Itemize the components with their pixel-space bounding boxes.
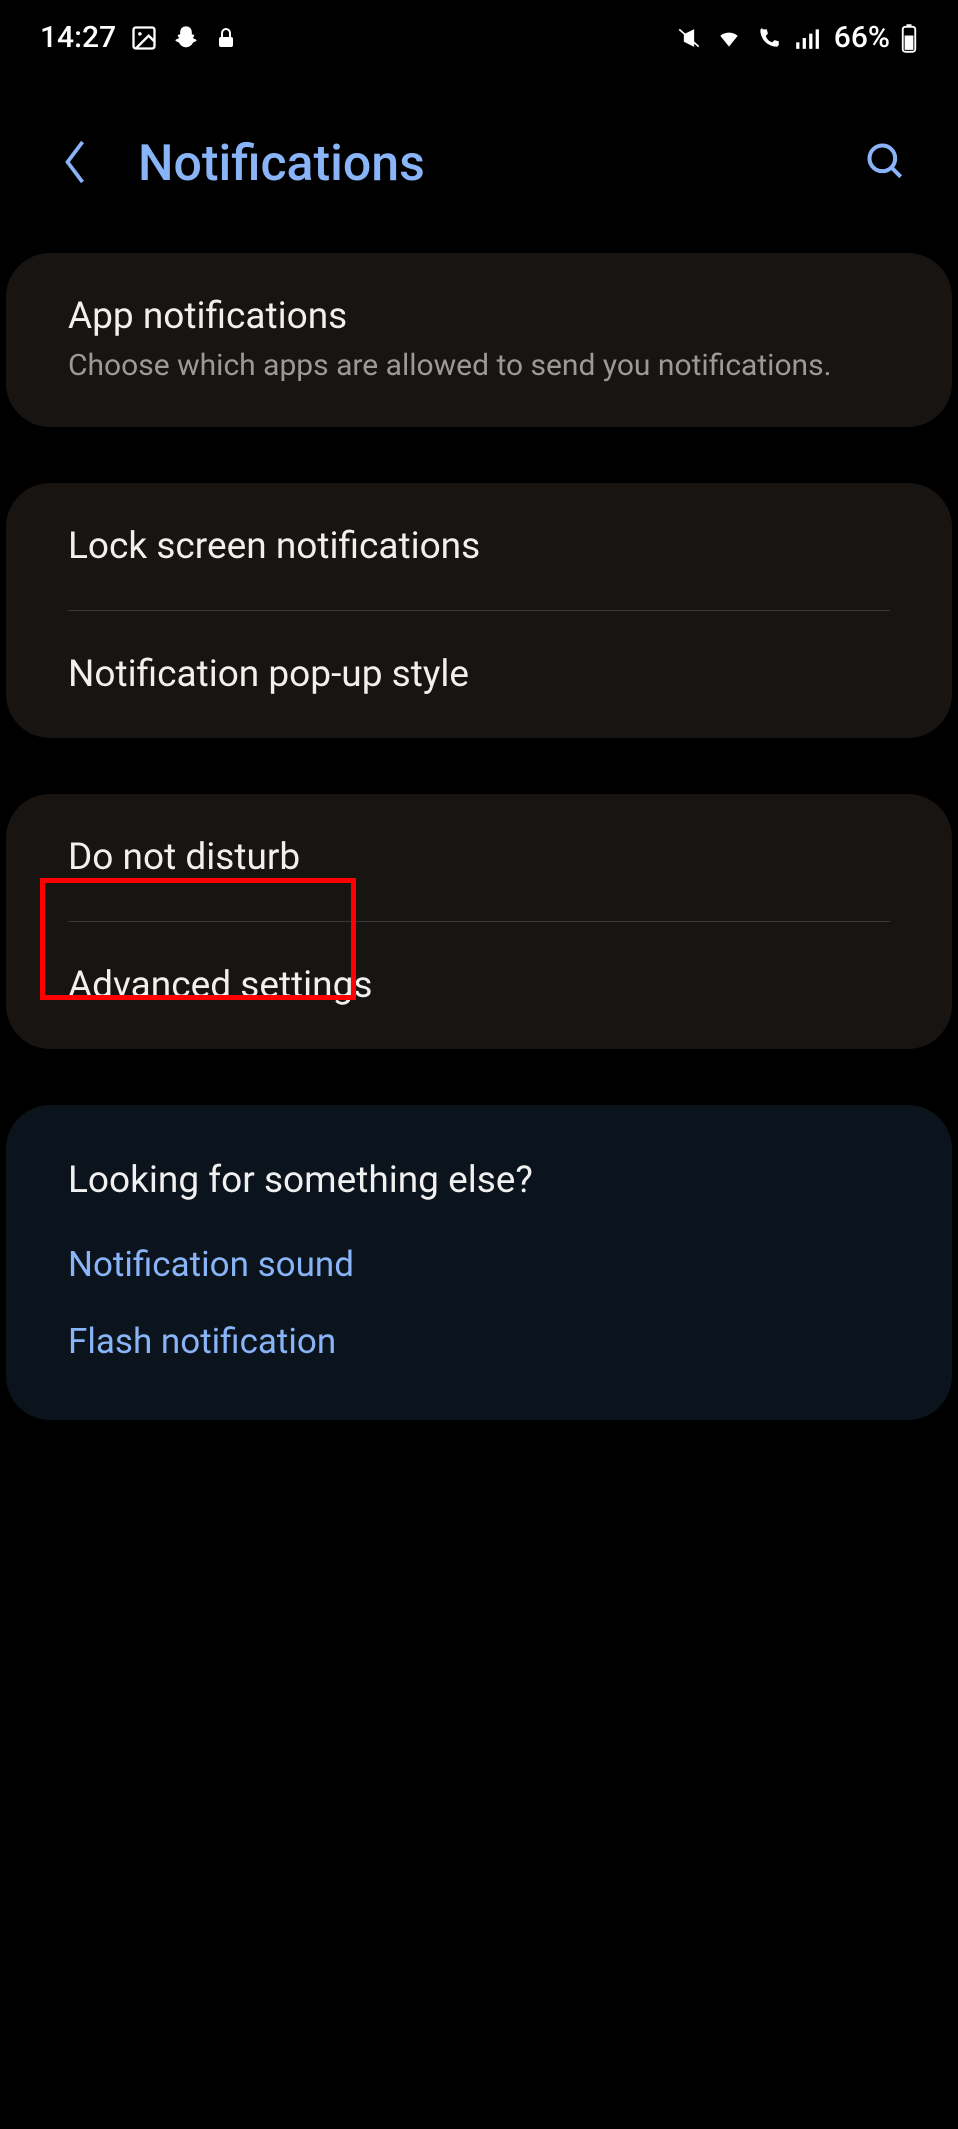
back-button[interactable] bbox=[60, 137, 90, 191]
settings-group: Lock screen notifications Notification p… bbox=[6, 483, 952, 738]
item-title: Lock screen notifications bbox=[68, 525, 890, 568]
looking-for-title: Looking for something else? bbox=[68, 1115, 890, 1226]
page-title: Notifications bbox=[138, 135, 425, 193]
lock-icon bbox=[214, 24, 238, 52]
status-right: 66% bbox=[674, 20, 918, 55]
vibrate-icon bbox=[674, 25, 704, 51]
item-subtitle: Choose which apps are allowed to send yo… bbox=[68, 346, 890, 385]
wifi-icon bbox=[714, 25, 744, 51]
item-title: Notification pop-up style bbox=[68, 653, 890, 696]
battery-icon bbox=[900, 23, 918, 53]
app-header: Notifications bbox=[0, 75, 958, 253]
notification-popup-style-item[interactable]: Notification pop-up style bbox=[68, 611, 890, 738]
lock-screen-notifications-item[interactable]: Lock screen notifications bbox=[68, 483, 890, 611]
flash-notification-link[interactable]: Flash notification bbox=[68, 1303, 890, 1380]
item-title: App notifications bbox=[68, 295, 890, 338]
search-button[interactable] bbox=[864, 140, 908, 188]
snapchat-icon bbox=[172, 24, 200, 52]
item-title: Do not disturb bbox=[68, 836, 890, 879]
settings-group: Do not disturb Advanced settings bbox=[6, 794, 952, 1049]
search-icon bbox=[864, 140, 908, 184]
header-left: Notifications bbox=[60, 135, 425, 193]
advanced-settings-item[interactable]: Advanced settings bbox=[68, 922, 890, 1049]
image-icon bbox=[130, 24, 158, 52]
status-left: 14:27 bbox=[40, 20, 238, 55]
status-time: 14:27 bbox=[40, 20, 116, 55]
wifi-calling-icon bbox=[754, 25, 784, 51]
status-bar: 14:27 66% bbox=[0, 0, 958, 75]
do-not-disturb-item[interactable]: Do not disturb bbox=[68, 794, 890, 922]
app-notifications-item[interactable]: App notifications Choose which apps are … bbox=[68, 253, 890, 427]
settings-group: App notifications Choose which apps are … bbox=[6, 253, 952, 427]
signal-icon bbox=[794, 25, 820, 51]
notification-sound-link[interactable]: Notification sound bbox=[68, 1226, 890, 1303]
chevron-left-icon bbox=[60, 137, 90, 187]
looking-for-card: Looking for something else? Notification… bbox=[6, 1105, 952, 1420]
item-title: Advanced settings bbox=[68, 964, 890, 1007]
battery-percent: 66% bbox=[834, 20, 890, 55]
